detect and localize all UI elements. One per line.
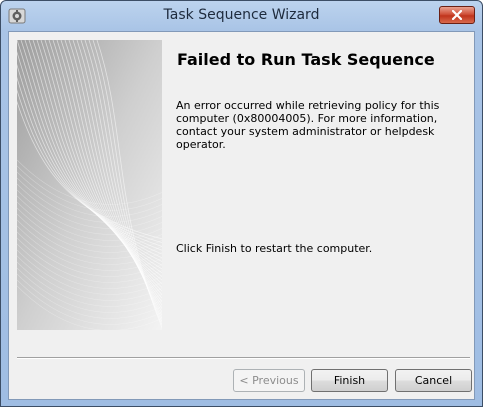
close-icon [452,10,462,20]
dialog-body: Failed to Run Task Sequence An error occ… [8,31,475,400]
wizard-window: Task Sequence Wizard Failed to Run Task … [0,0,483,407]
button-separator [17,357,470,359]
previous-button[interactable]: < Previous [233,369,305,392]
banner-graphic [17,40,162,330]
error-message: An error occurred while retrieving polic… [176,99,440,151]
title-bar[interactable]: Task Sequence Wizard [1,1,482,31]
wizard-side-banner [17,40,162,330]
finish-button[interactable]: Finish [311,369,388,392]
cancel-button[interactable]: Cancel [395,369,472,392]
page-title: Failed to Run Task Sequence [177,50,435,69]
close-button[interactable] [439,6,475,24]
finish-instruction: Click Finish to restart the computer. [176,242,373,255]
window-title: Task Sequence Wizard [163,7,320,23]
